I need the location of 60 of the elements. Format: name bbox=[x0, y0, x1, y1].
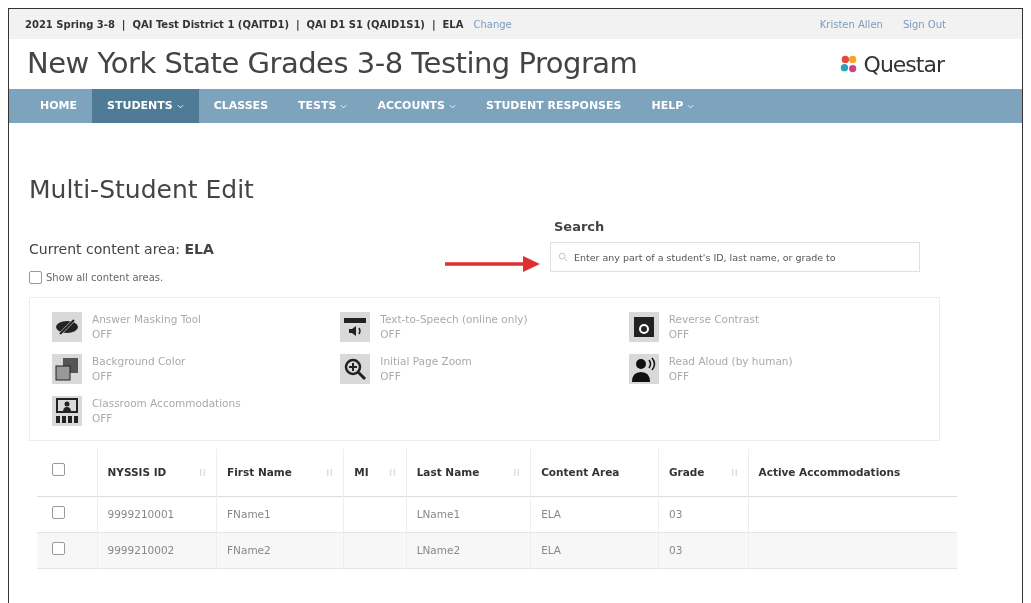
table-cell: 9999210002 bbox=[107, 543, 175, 556]
nav-tab[interactable]: HOME bbox=[25, 89, 93, 123]
accommodation-status: OFF bbox=[380, 326, 402, 342]
nav-tab[interactable]: CLASSES bbox=[198, 89, 284, 123]
search-icon bbox=[558, 252, 568, 262]
row-checkbox[interactable] bbox=[52, 541, 65, 555]
accommodation-name: Background Color bbox=[92, 353, 186, 369]
accommodation-status: OFF bbox=[92, 368, 114, 384]
zoom-in-icon bbox=[340, 353, 371, 384]
table-cell: ELA bbox=[541, 543, 562, 556]
program-title: New York State Grades 3-8 Testing Program bbox=[27, 45, 638, 83]
text-speaker-icon bbox=[340, 311, 371, 342]
accommodation-name: Answer Masking Tool bbox=[92, 311, 202, 327]
column-header[interactable]: MI bbox=[343, 448, 407, 497]
content-area-label: Current content area: ELA bbox=[29, 239, 214, 259]
crossed-eye-icon bbox=[52, 311, 82, 342]
table-cell: FName1 bbox=[227, 507, 271, 520]
user-link[interactable]: Kristen Allen bbox=[819, 16, 883, 32]
person-speaking-icon bbox=[628, 353, 659, 384]
change-link[interactable]: Change bbox=[473, 16, 512, 32]
accommodation-name: Read Aloud (by human) bbox=[668, 353, 793, 369]
accommodation-name: Classroom Accommodations bbox=[92, 395, 241, 411]
row-checkbox[interactable] bbox=[52, 505, 65, 519]
column-header[interactable]: Content Area bbox=[530, 448, 659, 497]
logo-text: Questar bbox=[863, 50, 944, 79]
accommodation-name: Text-to-Speech (online only) bbox=[380, 311, 528, 327]
sign-out-link[interactable]: Sign Out bbox=[902, 16, 946, 32]
accommodation-status: OFF bbox=[92, 410, 114, 426]
column-header[interactable]: NYSSIS ID bbox=[97, 448, 217, 497]
nav-tab[interactable]: ACCOUNTS bbox=[362, 89, 471, 123]
checkbox-label: Show all content areas. bbox=[46, 270, 164, 285]
accommodation-status: OFF bbox=[380, 368, 402, 384]
table-cell: 03 bbox=[668, 507, 683, 520]
nav-tab[interactable]: TESTS bbox=[283, 89, 363, 123]
table-cell: LName1 bbox=[416, 507, 461, 520]
table-cell: 9999210001 bbox=[107, 507, 175, 520]
context-text: 2021 Spring 3-8 | QAI Test District 1 (QAITD1) | QAI D1 S1 (QAID1S1) | ELA bbox=[25, 17, 464, 32]
table-cell: ELA bbox=[541, 507, 562, 520]
column-header[interactable]: Active Accommodations bbox=[748, 448, 957, 497]
search-label: Search bbox=[554, 217, 606, 236]
show-all-checkbox[interactable] bbox=[29, 270, 42, 284]
accommodation-status: OFF bbox=[668, 368, 690, 384]
column-header[interactable]: Last Name bbox=[406, 448, 531, 497]
color-swatch-icon bbox=[52, 353, 82, 384]
search-field[interactable]: Enter any part of a student's ID, last name, or grade to bbox=[550, 242, 920, 272]
accommodation-name: Reverse Contrast bbox=[668, 311, 760, 327]
accommodation-status: OFF bbox=[92, 326, 114, 342]
column-header[interactable]: First Name bbox=[216, 448, 344, 497]
nav-tab[interactable]: STUDENT RESPONSES bbox=[471, 89, 637, 123]
classroom-icon bbox=[52, 395, 82, 426]
select-all-checkbox[interactable] bbox=[52, 463, 65, 477]
page-heading: Multi-Student Edit bbox=[29, 174, 254, 206]
nav-tab[interactable]: STUDENTS bbox=[92, 89, 199, 123]
table-cell: 03 bbox=[668, 543, 683, 556]
accommodation-name: Initial Page Zoom bbox=[380, 353, 472, 369]
nav-tab[interactable]: HELP bbox=[636, 89, 710, 123]
accommodation-status: OFF bbox=[668, 326, 690, 342]
table-cell: FName2 bbox=[227, 543, 271, 556]
table-cell: LName2 bbox=[416, 543, 461, 556]
column-header[interactable]: Grade bbox=[658, 448, 749, 497]
